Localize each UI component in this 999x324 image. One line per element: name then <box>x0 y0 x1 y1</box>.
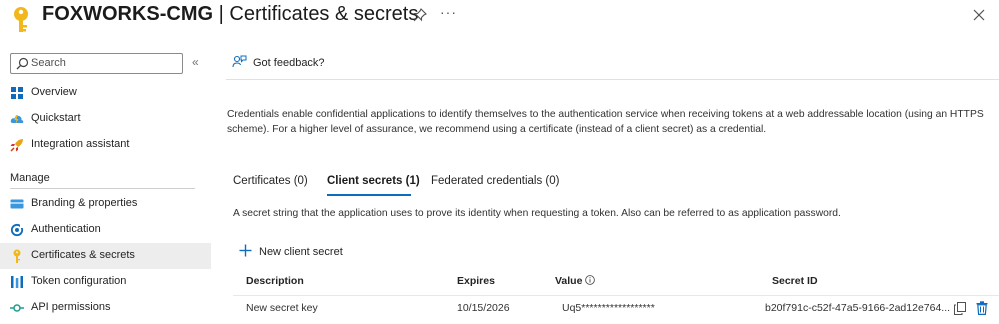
table-header-divider <box>233 295 999 296</box>
more-options-icon[interactable]: ··· <box>440 4 457 20</box>
info-icon[interactable] <box>585 275 596 285</box>
title-separator: | <box>213 3 230 25</box>
page-name: Certificates & secrets <box>229 3 419 25</box>
tab-client-secrets[interactable]: Client secrets (1) <box>327 175 420 187</box>
client-secrets-description: A secret string that the application use… <box>233 208 841 219</box>
plus-icon <box>239 244 252 257</box>
key-icon <box>13 249 21 263</box>
sidebar-item-api-permissions[interactable]: API permissions <box>0 295 211 321</box>
active-tab-indicator <box>327 194 411 196</box>
manage-section-header: Manage <box>10 172 50 184</box>
grid-icon <box>11 87 23 99</box>
key-icon <box>14 7 28 32</box>
rocket-icon <box>10 139 23 152</box>
feedback-icon <box>232 55 247 68</box>
delete-icon[interactable] <box>976 301 988 315</box>
sidebar-item-label: Overview <box>31 86 77 98</box>
column-header-expires: Expires <box>457 275 495 287</box>
copy-icon[interactable] <box>954 302 966 315</box>
column-header-description: Description <box>246 275 304 287</box>
secret-expires-cell: 10/15/2026 <box>457 302 510 314</box>
bars-icon <box>11 276 23 288</box>
search-placeholder: Search <box>31 57 66 69</box>
close-icon[interactable] <box>972 8 986 22</box>
blade-header: FOXWORKS-CMG | Certificates & secrets ··… <box>0 0 999 34</box>
tab-certificates[interactable]: Certificates (0) <box>233 175 308 187</box>
sidebar-nav: Search « Overview Quickstart Integration… <box>0 44 211 324</box>
sidebar-item-label: Integration assistant <box>31 138 130 150</box>
main-content: Got feedback? Credentials enable confide… <box>226 44 999 324</box>
secret-id-cell: b20f791c-c52f-47a5-9166-2ad12e764... <box>765 302 951 314</box>
sidebar-item-integration-assistant[interactable]: Integration assistant <box>0 132 211 158</box>
column-header-secret-id: Secret ID <box>772 275 818 287</box>
sidebar-item-authentication[interactable]: Authentication <box>0 217 211 243</box>
sidebar-item-label: Branding & properties <box>31 197 138 209</box>
collapse-sidebar-icon[interactable]: « <box>192 55 199 69</box>
tab-federated-credentials[interactable]: Federated credentials (0) <box>431 175 559 187</box>
sidebar-item-overview[interactable]: Overview <box>0 80 211 106</box>
credentials-intro-text: Credentials enable confidential applicat… <box>227 109 984 135</box>
sidebar-item-token-configuration[interactable]: Token configuration <box>0 269 211 295</box>
search-icon <box>16 57 29 70</box>
sidebar-item-certificates-secrets[interactable]: Certificates & secrets <box>0 243 211 269</box>
section-divider <box>10 188 195 189</box>
toolbar-divider <box>226 79 999 80</box>
sidebar-item-label: Certificates & secrets <box>31 249 135 261</box>
sidebar-item-label: Authentication <box>31 223 101 235</box>
cloud-icon <box>10 115 24 124</box>
permissions-icon <box>10 304 24 312</box>
column-header-value: Value <box>555 275 596 287</box>
secret-description-cell: New secret key <box>246 302 318 314</box>
search-input[interactable]: Search <box>10 53 183 74</box>
feedback-label: Got feedback? <box>253 57 325 69</box>
sidebar-item-label: API permissions <box>31 301 111 313</box>
app-name: FOXWORKS-CMG <box>42 3 214 25</box>
page-title: FOXWORKS-CMG | Certificates & secrets <box>42 3 418 26</box>
secret-value-cell: Uq5****************** <box>562 302 655 314</box>
sidebar-item-label: Token configuration <box>31 275 127 287</box>
pin-icon[interactable] <box>413 8 427 22</box>
refresh-icon <box>10 223 24 237</box>
sidebar-item-quickstart[interactable]: Quickstart <box>0 106 211 132</box>
card-icon <box>10 199 24 209</box>
sidebar-item-branding[interactable]: Branding & properties <box>0 191 211 217</box>
sidebar-item-label: Quickstart <box>31 112 81 124</box>
column-header-value-label: Value <box>555 275 583 287</box>
new-client-secret-label: New client secret <box>259 246 343 258</box>
